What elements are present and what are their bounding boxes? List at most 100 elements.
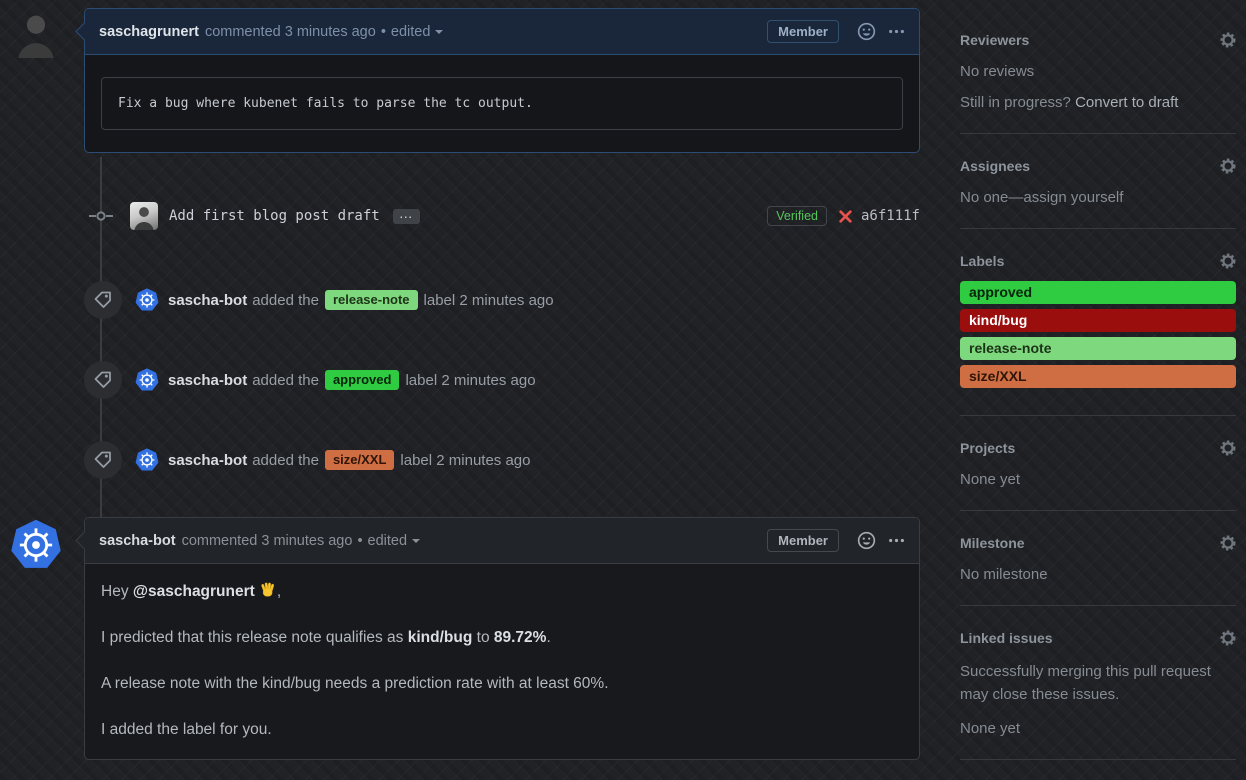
- sidebar-label-release-note[interactable]: release-note: [960, 337, 1236, 360]
- comment-header: sascha-bot commented 3 minutes ago • edi…: [85, 518, 919, 564]
- event-actor-link[interactable]: sascha-bot: [168, 452, 247, 469]
- body-text: to: [472, 629, 494, 646]
- event-text: added the: [252, 372, 319, 389]
- bot-comment: sascha-bot commented 3 minutes ago • edi…: [84, 517, 920, 760]
- event-icon-circle: [84, 281, 122, 319]
- section-title: Linked issues: [960, 630, 1053, 646]
- event-icon-circle: [84, 361, 122, 399]
- gear-icon[interactable]: [1220, 158, 1236, 174]
- sidebar-label-approved[interactable]: approved: [960, 281, 1236, 304]
- commit-expander-button[interactable]: …: [393, 209, 420, 224]
- sidebar-section-projects: Projects None yet: [960, 416, 1236, 511]
- pr-description-code-block: Fix a bug where kubenet fails to parse t…: [101, 77, 903, 130]
- dot-separator: •: [357, 533, 362, 549]
- avatar-sascha-bot-small[interactable]: [135, 368, 159, 392]
- avatar-saschagrunert[interactable]: [10, 6, 62, 58]
- gear-icon[interactable]: [1220, 440, 1236, 456]
- gear-icon[interactable]: [1220, 630, 1236, 646]
- avatar-sascha-bot-small[interactable]: [135, 448, 159, 472]
- label-badge[interactable]: approved: [325, 370, 400, 390]
- section-title: Projects: [960, 440, 1015, 456]
- label-event-row: sascha-bot added the size/XXL label 2 mi…: [84, 440, 920, 480]
- section-title: Assignees: [960, 158, 1030, 174]
- git-commit-icon: [89, 208, 113, 224]
- sidebar-section-labels: Labels approved kind/bug release-note si…: [960, 229, 1236, 416]
- add-reaction-smiley-icon[interactable]: [857, 531, 876, 550]
- sidebar-label-kind-bug[interactable]: kind/bug: [960, 309, 1236, 332]
- sidebar-section-linked-issues: Linked issues Successfully merging this …: [960, 606, 1236, 760]
- person-avatar-icon: [10, 6, 62, 58]
- timeline-column: saschagrunert commented 3 minutes ago • …: [84, 0, 920, 760]
- chevron-down-icon: [412, 539, 420, 547]
- sidebar: Reviewers No reviews Still in progress? …: [960, 8, 1236, 760]
- waving-hand-emoji: [259, 581, 277, 599]
- add-reaction-smiley-icon[interactable]: [857, 22, 876, 41]
- edited-dropdown[interactable]: edited: [368, 533, 421, 549]
- edited-dropdown[interactable]: edited: [391, 24, 444, 40]
- person-avatar-icon: [130, 202, 158, 230]
- event-text: added the: [252, 292, 319, 309]
- member-badge: Member: [767, 20, 839, 43]
- sidebar-section-assignees: Assignees No one—assign yourself: [960, 134, 1236, 229]
- greeting-paragraph: Hey @saschagrunert,: [101, 581, 903, 603]
- kind-bug-bold: kind/bug: [408, 629, 473, 646]
- rule-paragraph: A release note with the kind/bug needs a…: [101, 673, 903, 695]
- comment-author-link[interactable]: sascha-bot: [99, 533, 176, 549]
- avatar-sascha-bot[interactable]: [10, 519, 62, 571]
- commit-author-avatar[interactable]: [130, 202, 158, 230]
- prediction-paragraph: I predicted that this release note quali…: [101, 627, 903, 649]
- event-icon-circle: [84, 441, 122, 479]
- sidebar-section-reviewers: Reviewers No reviews Still in progress? …: [960, 8, 1236, 134]
- draft-hint-text: Still in progress?: [960, 94, 1075, 111]
- chevron-down-icon: [435, 30, 443, 38]
- verified-badge[interactable]: Verified: [767, 206, 827, 226]
- commit-event-row: Add first blog post draft … Verified a6f…: [84, 201, 920, 231]
- assign-yourself-link[interactable]: assign yourself: [1023, 189, 1123, 206]
- label-badge[interactable]: size/XXL: [325, 450, 394, 470]
- body-text: I predicted that this release note quali…: [101, 629, 408, 646]
- section-title: Reviewers: [960, 32, 1029, 48]
- comment-body: Fix a bug where kubenet fails to parse t…: [85, 77, 919, 130]
- section-title: Labels: [960, 253, 1004, 269]
- mention-link[interactable]: @saschagrunert: [133, 583, 255, 600]
- comment-body: Hey @saschagrunert, I predicted that thi…: [85, 564, 919, 759]
- comment-timestamp: commented 3 minutes ago: [182, 533, 353, 549]
- edited-label: edited: [368, 533, 408, 549]
- gear-icon[interactable]: [1220, 32, 1236, 48]
- kebab-menu-icon[interactable]: [888, 532, 905, 549]
- label-badge[interactable]: release-note: [325, 290, 418, 310]
- linked-issues-description: Successfully merging this pull request m…: [960, 661, 1236, 706]
- gear-icon[interactable]: [1220, 253, 1236, 269]
- event-actor-link[interactable]: sascha-bot: [168, 372, 247, 389]
- commit-sha-link[interactable]: a6f111f: [861, 208, 920, 224]
- kubernetes-logo-icon: [10, 519, 62, 571]
- pr-description-comment: saschagrunert commented 3 minutes ago • …: [84, 8, 920, 153]
- reviewers-empty-text: No reviews: [960, 63, 1236, 80]
- event-text: label 2 minutes ago: [405, 372, 535, 389]
- body-text: .: [546, 629, 550, 646]
- projects-empty-text: None yet: [960, 471, 1236, 488]
- label-event-row: sascha-bot added the approved label 2 mi…: [84, 360, 920, 400]
- avatar-sascha-bot-small[interactable]: [135, 288, 159, 312]
- action-paragraph: I added the label for you.: [101, 719, 903, 741]
- milestone-empty-text: No milestone: [960, 566, 1236, 583]
- tag-icon: [93, 450, 113, 470]
- member-badge: Member: [767, 529, 839, 552]
- kubernetes-logo-icon: [135, 368, 159, 392]
- tag-icon: [93, 370, 113, 390]
- event-actor-link[interactable]: sascha-bot: [168, 292, 247, 309]
- sidebar-label-size-xxl[interactable]: size/XXL: [960, 365, 1236, 388]
- dot-separator: •: [381, 24, 386, 40]
- event-text: added the: [252, 452, 319, 469]
- edited-label: edited: [391, 24, 431, 40]
- convert-to-draft-link[interactable]: Convert to draft: [1075, 94, 1178, 111]
- assignees-empty-text: No one—: [960, 189, 1023, 206]
- comment-author-link[interactable]: saschagrunert: [99, 24, 199, 40]
- kubernetes-logo-icon: [135, 448, 159, 472]
- comment-header: saschagrunert commented 3 minutes ago • …: [85, 9, 919, 55]
- gear-icon[interactable]: [1220, 535, 1236, 551]
- commit-message-link[interactable]: Add first blog post draft: [169, 208, 380, 224]
- kebab-menu-icon[interactable]: [888, 23, 905, 40]
- greeting-text: Hey: [101, 583, 133, 600]
- checks-failed-x-icon[interactable]: [838, 209, 853, 224]
